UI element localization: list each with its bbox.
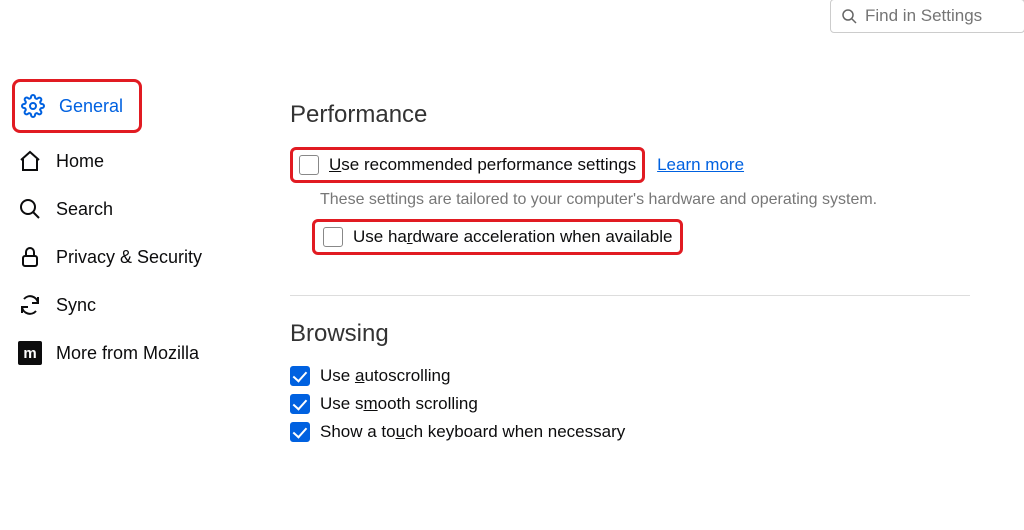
sidebar-item-privacy[interactable]: Privacy & Security: [12, 233, 230, 281]
search-input-container[interactable]: [830, 0, 1024, 33]
home-icon: [18, 149, 42, 173]
row-autoscroll: Use autoscrolling: [290, 366, 970, 386]
checkbox-label: Show a touch keyboard when necessary: [320, 422, 625, 442]
gear-icon: [21, 94, 45, 118]
checkbox-touch-keyboard[interactable]: [290, 422, 310, 442]
sidebar-item-label: General: [59, 96, 123, 117]
row-hw-accel: Use hardware acceleration when available: [290, 219, 970, 255]
sidebar-item-label: More from Mozilla: [56, 343, 199, 364]
row-smooth-scroll: Use smooth scrolling: [290, 394, 970, 414]
row-touch-keyboard: Show a touch keyboard when necessary: [290, 422, 970, 442]
sidebar-item-general[interactable]: General: [15, 82, 139, 130]
section-title-browsing: Browsing: [290, 320, 970, 348]
content-area: Performance Use recommended performance …: [290, 41, 970, 450]
highlight-hw-accel: Use hardware acceleration when available: [312, 219, 683, 255]
performance-note: These settings are tailored to your comp…: [320, 191, 970, 209]
highlight-recommended: Use recommended performance settings: [290, 147, 645, 183]
sidebar-item-label: Search: [56, 199, 113, 220]
row-recommended-performance: Use recommended performance settings Lea…: [290, 147, 970, 183]
section-divider: [290, 295, 970, 296]
sidebar-item-label: Privacy & Security: [56, 247, 202, 268]
search-icon: [841, 8, 857, 24]
sidebar-item-sync[interactable]: Sync: [12, 281, 230, 329]
checkbox-recommended-performance[interactable]: [299, 155, 319, 175]
checkbox-label: Use smooth scrolling: [320, 394, 478, 414]
checkbox-label: Use autoscrolling: [320, 366, 450, 386]
checkbox-smooth-scroll[interactable]: [290, 394, 310, 414]
sync-icon: [18, 293, 42, 317]
highlight-general: General: [12, 79, 142, 133]
sidebar: General Home Search Privacy & Security S…: [0, 41, 230, 450]
search-icon: [18, 197, 42, 221]
section-title-performance: Performance: [290, 101, 970, 129]
checkbox-label: Use hardware acceleration when available: [353, 227, 672, 247]
sidebar-item-label: Home: [56, 151, 104, 172]
learn-more-link[interactable]: Learn more: [657, 155, 744, 175]
checkbox-autoscroll[interactable]: [290, 366, 310, 386]
sidebar-item-search[interactable]: Search: [12, 185, 230, 233]
lock-icon: [18, 245, 42, 269]
search-input[interactable]: [865, 6, 1014, 26]
checkbox-label: Use recommended performance settings: [329, 155, 636, 175]
sidebar-item-label: Sync: [56, 295, 96, 316]
checkbox-hw-accel[interactable]: [323, 227, 343, 247]
sidebar-item-more[interactable]: m More from Mozilla: [12, 329, 230, 377]
mozilla-icon: m: [18, 341, 42, 365]
sidebar-item-home[interactable]: Home: [12, 137, 230, 185]
